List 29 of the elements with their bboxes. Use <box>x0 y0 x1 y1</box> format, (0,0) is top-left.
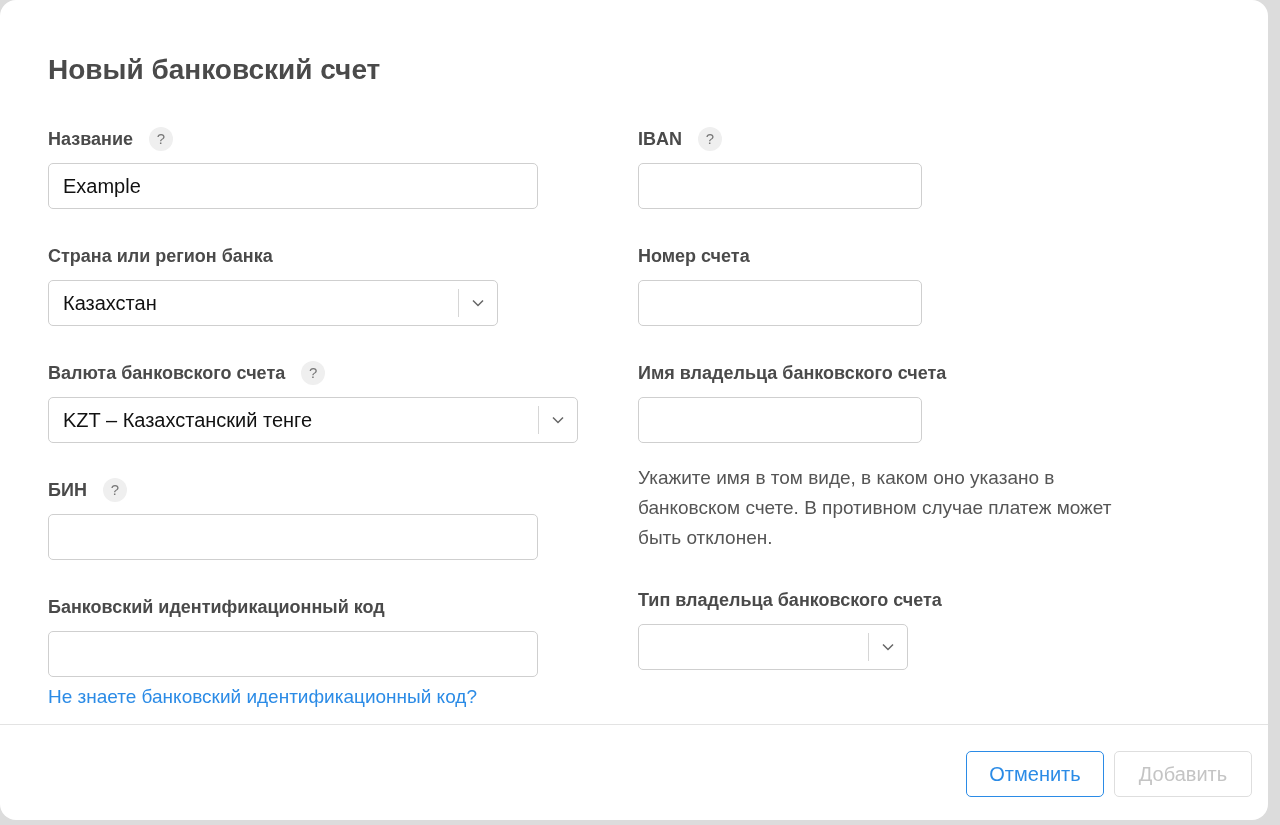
text-field[interactable] <box>638 397 922 443</box>
help-icon[interactable]: ? <box>102 478 127 502</box>
help-icon[interactable]: ? <box>698 127 722 151</box>
field-label: Номер счета <box>638 244 750 268</box>
field-label: Валюта банковского счета <box>48 361 286 385</box>
help-link[interactable]: Не знаете банковский идентификационный код? <box>48 685 477 709</box>
text-field[interactable]: Example <box>48 163 538 209</box>
field-label: БИН <box>48 478 87 502</box>
help-icon[interactable]: ? <box>148 127 173 151</box>
text-field[interactable] <box>48 631 538 677</box>
select-field[interactable] <box>638 624 908 670</box>
text-field[interactable] <box>48 514 538 560</box>
cancel-button[interactable]: Отменить <box>966 751 1104 797</box>
dialog-title: Новый банковский счет <box>48 53 382 87</box>
field-label: Название <box>48 127 133 151</box>
chevron-down-icon <box>552 416 564 424</box>
text-field[interactable] <box>638 280 922 326</box>
field-label: Имя владельца банковского счета <box>638 361 947 385</box>
chevron-down-icon <box>882 643 894 651</box>
help-text: Укажите имя в том виде, в каком оно указано в банковском счете. В противном случае платеж может быть отклонен. <box>638 466 1113 550</box>
select-field[interactable]: Казахстан <box>48 280 498 326</box>
field-label: Тип владельца банковского счета <box>638 588 942 612</box>
chevron-down-icon <box>472 299 484 307</box>
select-field[interactable]: KZT – Казахстанский тенге <box>48 397 578 443</box>
help-icon[interactable]: ? <box>301 361 326 385</box>
field-label: Страна или регион банка <box>48 244 273 268</box>
field-label: Банковский идентификационный код <box>48 595 385 619</box>
text-field[interactable] <box>638 163 922 209</box>
field-label: IBAN <box>638 127 682 151</box>
